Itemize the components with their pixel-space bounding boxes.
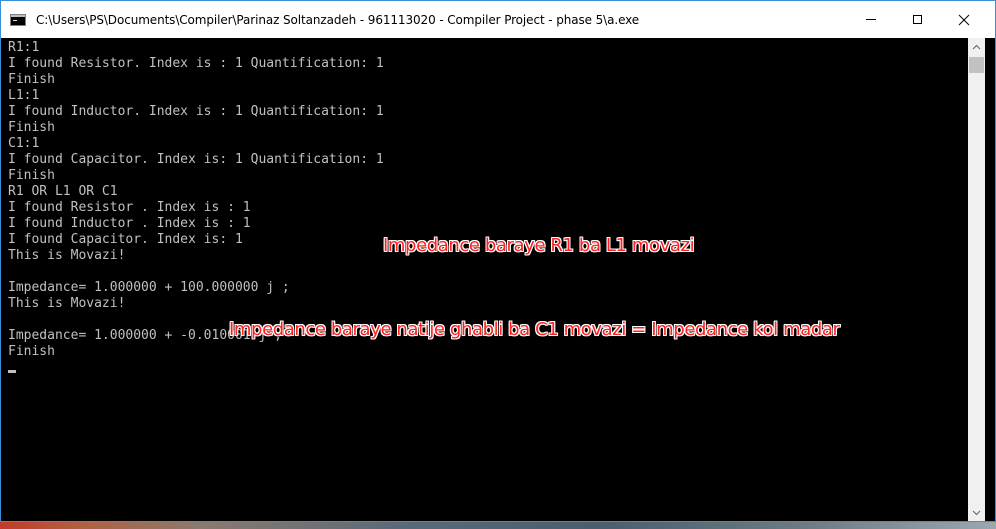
vertical-scrollbar[interactable] <box>968 38 985 521</box>
scroll-thumb[interactable] <box>969 57 984 73</box>
console-line: C1:1 <box>8 136 40 151</box>
console-line: Finish <box>8 72 55 87</box>
console-line: Finish <box>8 120 55 135</box>
console-app-icon <box>10 14 26 26</box>
scroll-down-icon <box>972 510 981 515</box>
close-icon <box>958 14 970 25</box>
console-line: Impedance= 1.000000 + 100.000000 j ; <box>8 280 290 295</box>
maximize-icon <box>912 15 922 24</box>
close-button[interactable] <box>941 1 987 38</box>
console-window: C:\Users\PS\Documents\Compiler\Parinaz S… <box>0 0 996 522</box>
console-line: I found Inductor. Index is : 1 Quantific… <box>8 104 384 119</box>
console-line: L1:1 <box>8 88 40 103</box>
console-output[interactable]: R1:1 I found Resistor. Index is : 1 Quan… <box>1 38 968 521</box>
console-line: I found Capacitor. Index is: 1 <box>8 232 243 247</box>
console-line: Finish <box>8 344 55 359</box>
annotation-total-impedance: Impedance baraye natije ghabli ba C1 mov… <box>229 319 840 340</box>
console-line: Finish <box>8 168 55 183</box>
title-bar[interactable]: C:\Users\PS\Documents\Compiler\Parinaz S… <box>1 1 995 38</box>
maximize-button[interactable] <box>894 1 940 38</box>
console-line: This is Movazi! <box>8 248 126 263</box>
console-line: I found Resistor. Index is : 1 Quantific… <box>8 56 384 71</box>
console-line: I found Resistor . Index is : 1 <box>8 200 251 215</box>
console-line: R1 OR L1 OR C1 <box>8 184 118 199</box>
console-line: I found Inductor . Index is : 1 <box>8 216 251 231</box>
scroll-up-icon <box>972 44 981 49</box>
minimize-button[interactable] <box>848 1 894 38</box>
window-title: C:\Users\PS\Documents\Compiler\Parinaz S… <box>36 13 640 27</box>
console-line: R1:1 <box>8 40 40 55</box>
console-line: This is Movazi! <box>8 296 126 311</box>
text-cursor <box>8 370 16 373</box>
annotation-r1-l1: Impedance baraye R1 ba L1 movazi <box>383 235 695 256</box>
console-line: I found Capacitor. Index is: 1 Quantific… <box>8 152 384 167</box>
minimize-icon <box>866 19 876 20</box>
window-border <box>985 38 995 521</box>
scroll-up-button[interactable] <box>968 38 985 55</box>
scroll-down-button[interactable] <box>968 504 985 521</box>
